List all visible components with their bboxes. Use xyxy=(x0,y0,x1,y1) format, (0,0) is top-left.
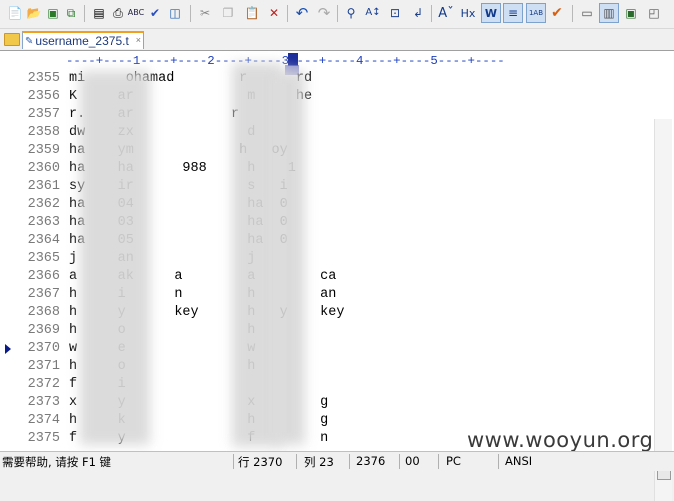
tab-label: username_2375.t xyxy=(35,34,129,48)
goto-icon[interactable]: ⊡ xyxy=(386,4,404,22)
line-number: 2362 xyxy=(27,197,60,212)
toolbar: 📄 📂 ▣ ⧉ ▤ ⎙ ABC ✔ ◫ ✂ ❐ 📋 ✕ ↶ ↷ ⚲ A↕ ⊡ ↲… xyxy=(0,0,674,29)
status-encoding: ANSI xyxy=(505,454,533,468)
line-number: 2365 xyxy=(27,251,60,266)
column-ruler[interactable]: ----+----1----+----2----+----3----+----4… xyxy=(66,54,656,68)
view-icon[interactable]: ▭ xyxy=(578,4,596,22)
paste-icon[interactable]: 📋 xyxy=(243,4,261,22)
insert-icon[interactable]: ↲ xyxy=(409,4,427,22)
copy-icon[interactable]: ❐ xyxy=(219,4,237,22)
window-icon[interactable]: ▣ xyxy=(622,4,640,22)
watermark: www.wooyun.org xyxy=(467,428,654,452)
line-number: 2371 xyxy=(27,359,60,374)
status-help-text: 需要帮助, 请按 F1 键 xyxy=(2,455,112,469)
print-icon[interactable]: ⎙ xyxy=(109,4,127,22)
status-char-code: 2376 xyxy=(356,454,386,468)
status-column: 列 23 xyxy=(304,455,334,469)
line-number: 2370 xyxy=(27,341,60,356)
undo-icon[interactable]: ↶ xyxy=(293,4,311,22)
ruler-icon[interactable]: ≡ xyxy=(503,3,523,23)
check-icon[interactable]: ✔ xyxy=(146,4,164,22)
line-number: 2366 xyxy=(27,269,60,284)
delete-icon[interactable]: ✕ xyxy=(265,4,283,22)
line-numbers-icon[interactable]: 1AB xyxy=(526,3,546,23)
font-size-icon[interactable]: Aˇ xyxy=(437,4,455,22)
line-number: 2359 xyxy=(27,143,60,158)
folder-icon[interactable] xyxy=(4,33,20,46)
spell-check-icon[interactable]: ✔ xyxy=(548,4,566,22)
redaction-blur xyxy=(275,71,305,445)
open-folder-icon[interactable]: 📂 xyxy=(25,4,43,22)
line-number: 2356 xyxy=(27,89,60,104)
word-wrap-icon[interactable]: W xyxy=(481,3,501,23)
current-line-marker-icon xyxy=(5,344,11,354)
new-file-icon[interactable]: 📄 xyxy=(6,4,24,22)
cut-icon[interactable]: ✂ xyxy=(196,4,214,22)
line-number: 2372 xyxy=(27,377,60,392)
line-number: 2368 xyxy=(27,305,60,320)
line-number: 2364 xyxy=(27,233,60,248)
text-editor[interactable]: ----+----1----+----2----+----3----+----4… xyxy=(0,50,674,501)
replace-icon[interactable]: A↕ xyxy=(364,4,382,22)
line-number: 2358 xyxy=(27,125,60,140)
fullscreen-icon[interactable]: ▥ xyxy=(599,3,619,23)
line-number: 2375 xyxy=(27,431,60,446)
tab-bar: ✎ username_2375.t × xyxy=(0,29,674,50)
clip-icon[interactable]: ◰ xyxy=(645,4,663,22)
web-preview-icon[interactable]: ◫ xyxy=(166,4,184,22)
spellcheck-icon[interactable]: ABC xyxy=(127,4,145,22)
line-number: 2369 xyxy=(27,323,60,338)
find-icon[interactable]: ⚲ xyxy=(342,4,360,22)
tab-username-file[interactable]: ✎ username_2375.t × xyxy=(22,31,144,49)
status-platform: PC xyxy=(446,454,461,468)
hex-icon[interactable]: Hx xyxy=(459,4,477,22)
line-number: 2355 xyxy=(27,71,60,86)
line-number: 2374 xyxy=(27,413,60,428)
save-all-icon[interactable]: ⧉ xyxy=(62,4,80,22)
line-number: 2357 xyxy=(27,107,60,122)
line-number: 2373 xyxy=(27,395,60,410)
close-icon[interactable]: × xyxy=(136,35,141,45)
line-number: 2361 xyxy=(27,179,60,194)
status-line: 行 2370 xyxy=(238,455,283,469)
edit-icon: ✎ xyxy=(25,35,34,47)
save-icon[interactable]: ▣ xyxy=(44,4,62,22)
print-preview-icon[interactable]: ▤ xyxy=(90,4,108,22)
line-number: 2363 xyxy=(27,215,60,230)
line-number: 2367 xyxy=(27,287,60,302)
redaction-blur xyxy=(80,71,150,445)
line-number: 2360 xyxy=(27,161,60,176)
status-bar: 需要帮助, 请按 F1 键 行 2370 列 23 2376 00 PC ANS… xyxy=(0,451,674,471)
redo-icon[interactable]: ↷ xyxy=(315,4,333,22)
vertical-scrollbar[interactable] xyxy=(654,119,672,501)
bookmark-margin[interactable] xyxy=(0,51,14,451)
status-hex-code: 00 xyxy=(405,454,420,468)
